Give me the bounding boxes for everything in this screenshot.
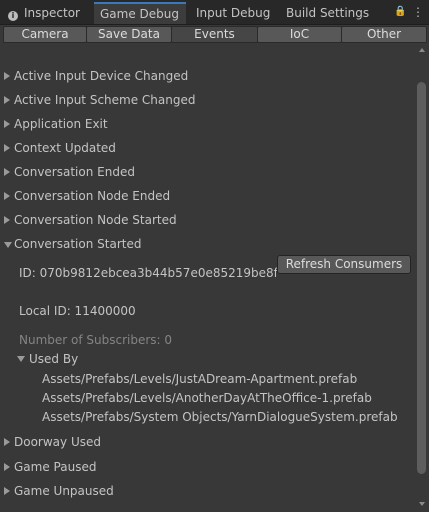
used-by-item: Assets/Prefabs/System Objects/YarnDialog… <box>42 410 398 424</box>
foldout-collapsed-icon <box>4 72 10 80</box>
used-by-item: Assets/Prefabs/Levels/AnotherDayAtTheOff… <box>42 391 372 405</box>
lock-icon[interactable]: 🔒 <box>394 4 406 20</box>
event-label: Conversation Ended <box>14 165 135 179</box>
foldout-collapsed-icon <box>4 96 10 104</box>
foldout-collapsed-icon <box>4 216 10 224</box>
event-label: Doorway Used <box>14 435 101 449</box>
subtab-events[interactable]: Events <box>171 26 258 43</box>
tab-inspector-label: Inspector <box>24 6 80 20</box>
events-list: Active Input Device Changed Active Input… <box>0 44 415 512</box>
event-label: Context Updated <box>14 141 116 155</box>
used-by-foldout[interactable]: Used By <box>17 351 137 367</box>
tab-inspector[interactable]: i Inspector <box>2 2 86 24</box>
event-label: Application Exit <box>14 117 108 131</box>
tab-game-debug[interactable]: Game Debug <box>94 2 186 24</box>
used-by-label: Used By <box>29 352 79 366</box>
scroll-up-icon[interactable] <box>419 48 425 52</box>
tab-input-debug-label: Input Debug <box>196 6 271 20</box>
event-label: Active Input Device Changed <box>14 69 189 83</box>
refresh-consumers-button[interactable]: Refresh Consumers <box>277 255 411 274</box>
subscriber-count: Number of Subscribers: 0 <box>19 333 173 347</box>
local-id: Local ID: 11400000 <box>19 304 136 318</box>
subtab-camera[interactable]: Camera <box>3 26 87 43</box>
foldout-collapsed-icon <box>4 120 10 128</box>
foldout-expanded-icon <box>4 242 12 248</box>
subtab-other[interactable]: Other <box>341 26 427 43</box>
foldout-collapsed-icon <box>4 487 10 495</box>
event-label: Game Paused <box>14 460 97 474</box>
foldout-collapsed-icon <box>4 192 10 200</box>
event-label: Game Unpaused <box>14 484 114 498</box>
event-id: ID: 070b9812ebcea3b44b57e0e85219be8f <box>19 266 278 280</box>
foldout-collapsed-icon <box>4 438 10 446</box>
more-menu-icon[interactable]: ⋮ <box>412 4 424 20</box>
debug-subtab-bar: Camera Save Data Events IoC Other <box>0 25 429 44</box>
event-label: Conversation Node Started <box>14 213 177 227</box>
tab-build-settings[interactable]: Build Settings <box>280 2 375 24</box>
info-icon: i <box>8 11 18 21</box>
foldout-collapsed-icon <box>4 144 10 152</box>
window-tab-bar: i Inspector Game Debug Input Debug Build … <box>0 0 429 25</box>
event-label: Conversation Node Ended <box>14 189 171 203</box>
foldout-collapsed-icon <box>4 463 10 471</box>
subtab-save-data[interactable]: Save Data <box>86 26 172 43</box>
scroll-down-icon[interactable] <box>419 502 425 506</box>
event-label: Active Input Scheme Changed <box>14 93 196 107</box>
used-by-item: Assets/Prefabs/Levels/JustADream-Apartme… <box>42 372 358 386</box>
foldout-collapsed-icon <box>4 168 10 176</box>
subtab-ioc[interactable]: IoC <box>257 26 342 43</box>
tab-build-settings-label: Build Settings <box>286 6 370 20</box>
scrollbar-thumb[interactable] <box>417 82 426 474</box>
vertical-scrollbar[interactable] <box>415 44 429 512</box>
tab-game-debug-label: Game Debug <box>100 7 180 21</box>
tab-input-debug[interactable]: Input Debug <box>190 2 276 24</box>
foldout-expanded-icon <box>17 356 25 362</box>
event-label: Conversation Started <box>14 237 142 251</box>
